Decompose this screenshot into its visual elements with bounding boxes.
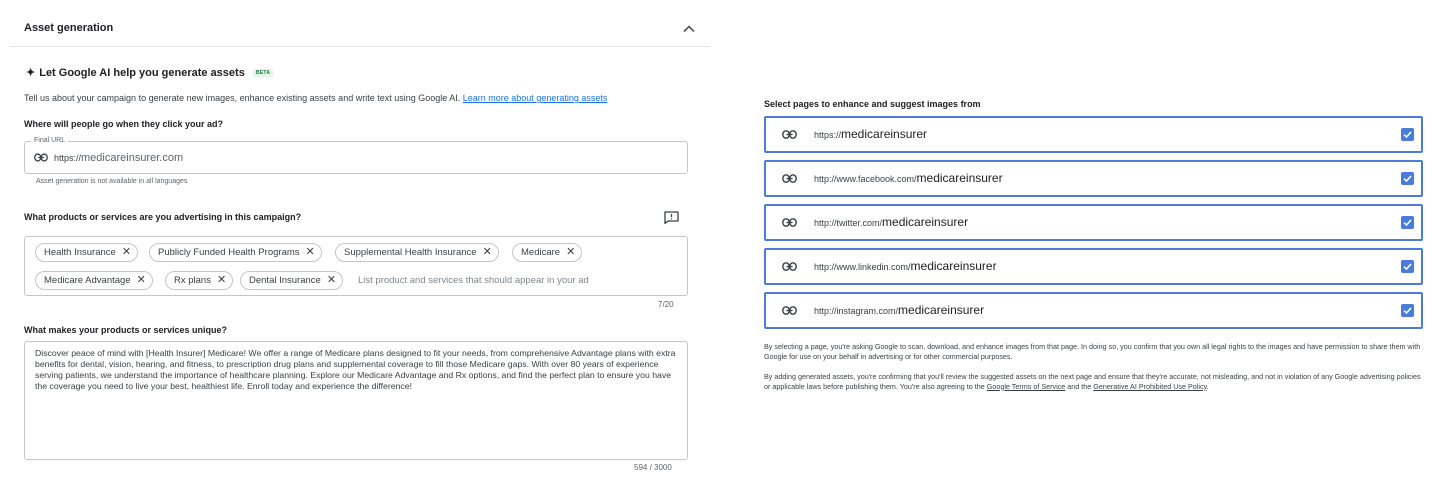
section-header[interactable]: Asset generation (10, 0, 710, 47)
final-url-help-text: Asset generation is not available in all… (36, 178, 188, 185)
intro-text-body: Tell us about your campaign to generate … (24, 93, 463, 103)
link-icon (34, 153, 48, 162)
link-icon (782, 218, 797, 227)
chip-label: Medicare Advantage (44, 275, 131, 286)
checkmark-icon (1403, 131, 1412, 139)
page-checkbox[interactable] (1401, 260, 1414, 273)
remove-chip-icon[interactable]: ✕ (483, 247, 492, 258)
products-question: What products or services are you advert… (24, 212, 302, 222)
end-text: . (1206, 381, 1209, 391)
chip: Supplemental Health Insurance ✕ (335, 243, 499, 262)
final-url-question: Where will people go when they click you… (24, 119, 224, 129)
chip-label: Health Insurance (44, 247, 116, 258)
page-row[interactable]: http://twitter.com/medicareinsurer (764, 204, 1423, 241)
ai-heading: ✦ Let Google AI help you generate assets… (26, 66, 274, 79)
chip-label: Dental Insurance (249, 275, 321, 286)
ai-heading-text: Let Google AI help you generate assets (39, 66, 245, 79)
products-chips-input[interactable]: Health Insurance ✕ Publicly Funded Health… (24, 236, 688, 296)
link-icon (782, 174, 797, 183)
link-icon (782, 130, 797, 139)
page-url-prefix: http://twitter.com/ (814, 218, 883, 228)
terms-disclaimer: By adding generated assets, you're confi… (764, 372, 1428, 391)
chip: Dental Insurance ✕ (240, 271, 344, 290)
unique-question: What makes your products or services uni… (24, 325, 228, 335)
sparkle-icon: ✦ (26, 67, 36, 79)
pages-title: Select pages to enhance and suggest imag… (764, 99, 981, 109)
checkmark-icon (1403, 307, 1412, 315)
remove-chip-icon[interactable]: ✕ (122, 247, 131, 258)
unique-description-count: 594 / 3000 (634, 463, 672, 472)
page-row[interactable]: http://www.facebook.com/medicareinsurer (764, 160, 1423, 197)
feedback-icon[interactable] (664, 211, 679, 224)
unique-description-textarea[interactable]: Discover peace of mind with [Health Insu… (24, 341, 688, 460)
page-url-handle: medicareinsurer (916, 171, 1003, 185)
page-url: http://www.facebook.com/medicareinsurer (814, 171, 1003, 185)
page-url: http://www.linkedin.com/medicareinsurer (814, 259, 997, 273)
page-row[interactable]: https://medicareinsurer (764, 116, 1423, 153)
terms-of-service-link[interactable]: Google Terms of Service (987, 382, 1066, 391)
page-url: http://instagram.com/medicareinsurer (814, 303, 984, 317)
page-url-prefix: http://instagram.com/ (814, 306, 899, 316)
chip-label: Rx plans (174, 275, 211, 286)
page-checkbox[interactable] (1401, 172, 1414, 185)
page-url-handle: medicareinsurer (841, 127, 928, 141)
remove-chip-icon[interactable]: ✕ (566, 247, 575, 258)
chip: Medicare ✕ (512, 243, 583, 262)
products-count: 7/20 (658, 300, 674, 309)
products-placeholder[interactable]: List product and services that should ap… (358, 275, 589, 286)
page-row[interactable]: http://www.linkedin.com/medicareinsurer (764, 248, 1423, 285)
page-checkbox[interactable] (1401, 128, 1414, 141)
remove-chip-icon[interactable]: ✕ (217, 275, 226, 286)
remove-chip-icon[interactable]: ✕ (306, 247, 315, 258)
page-checkbox[interactable] (1401, 216, 1414, 229)
page-row[interactable]: http://instagram.com/medicareinsurer (764, 292, 1423, 329)
chip: Medicare Advantage ✕ (35, 271, 153, 290)
chevron-up-icon[interactable] (682, 22, 696, 36)
page-url-prefix: http://www.facebook.com/ (814, 174, 917, 184)
chip-label: Publicly Funded Health Programs (158, 247, 300, 258)
remove-chip-icon[interactable]: ✕ (327, 275, 336, 286)
page-url-handle: medicareinsurer (898, 303, 985, 317)
chip-label: Medicare (521, 247, 561, 258)
page-url-handle: medicareinsurer (910, 259, 997, 273)
checkmark-icon (1403, 175, 1412, 183)
final-url-prefix: https:// (54, 153, 82, 163)
page-url-prefix: http://www.linkedin.com/ (814, 262, 911, 272)
link-icon (782, 306, 797, 315)
final-url-label: Final URL (31, 137, 69, 144)
chip: Rx plans ✕ (165, 271, 234, 290)
final-url-value: https://medicareinsurer.com (54, 152, 183, 164)
chip: Publicly Funded Health Programs ✕ (149, 243, 322, 262)
asset-generation-panel: Asset generation ✦ Let Google AI help yo… (10, 0, 710, 492)
learn-more-link[interactable]: Learn more about generating assets (463, 93, 608, 103)
checkmark-icon (1403, 219, 1412, 227)
final-url-domain: medicareinsurer.com (81, 152, 184, 164)
prohibited-use-policy-link[interactable]: Generative AI Prohibited Use Policy (1093, 382, 1206, 391)
scan-disclaimer: By selecting a page, you're asking Googl… (764, 342, 1421, 361)
page-url-handle: medicareinsurer (882, 215, 969, 229)
final-url-field[interactable]: Final URL https://medicareinsurer.com (24, 137, 688, 174)
beta-badge: BETA (252, 68, 274, 77)
link-icon (782, 262, 797, 271)
remove-chip-icon[interactable]: ✕ (137, 275, 146, 286)
chip: Health Insurance ✕ (35, 243, 139, 262)
page-url: http://twitter.com/medicareinsurer (814, 215, 968, 229)
page-checkbox[interactable] (1401, 304, 1414, 317)
section-title: Asset generation (24, 22, 114, 34)
page-url-prefix: https:// (814, 130, 842, 140)
and-text: and the (1065, 381, 1094, 391)
page-url: https://medicareinsurer (814, 127, 927, 141)
checkmark-icon (1403, 263, 1412, 271)
chip-label: Supplemental Health Insurance (344, 247, 477, 258)
page-selection-panel: Select pages to enhance and suggest imag… (762, 0, 1442, 492)
intro-text: Tell us about your campaign to generate … (24, 93, 607, 103)
